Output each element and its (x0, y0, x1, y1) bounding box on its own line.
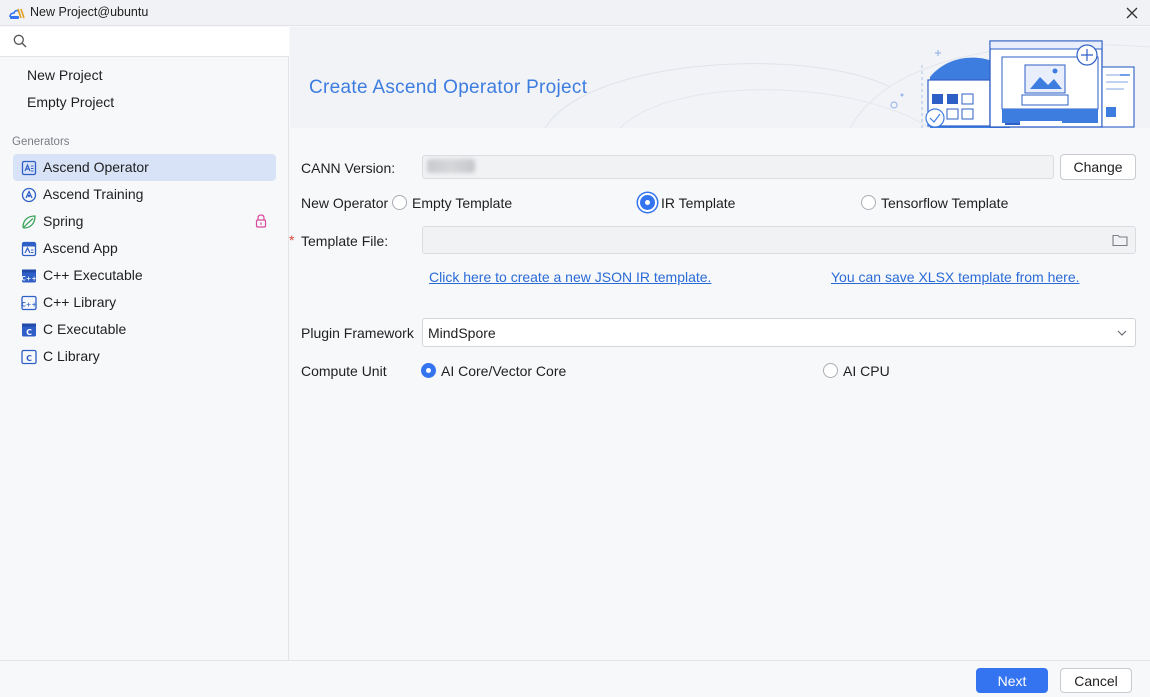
ai-core-vector-core-radio[interactable] (421, 363, 436, 378)
next-button[interactable]: Next (976, 668, 1048, 693)
c-executable-icon: C (22, 323, 36, 337)
plugin-framework-value: MindSpore (428, 325, 496, 341)
sidebar-item-label: C++ Executable (43, 267, 143, 283)
tensorflow-template-label[interactable]: Tensorflow Template (881, 195, 1008, 211)
sidebar-item-cpp-executable[interactable]: C++ C++ Executable (13, 262, 276, 289)
new-operator-label: New Operator (301, 195, 389, 211)
app-logo-icon (9, 8, 25, 19)
ascend-operator-icon (21, 160, 37, 176)
c-library-icon: C (21, 349, 37, 365)
empty-template-radio[interactable] (392, 195, 407, 210)
change-button[interactable]: Change (1060, 154, 1136, 180)
svg-text:C++: C++ (21, 300, 37, 308)
lock-icon (255, 214, 267, 228)
sidebar-item-c-library[interactable]: C C Library (13, 343, 276, 370)
plugin-framework-label: Plugin Framework (301, 325, 414, 341)
cann-version-label: CANN Version: (301, 160, 396, 176)
svg-text:C: C (26, 328, 32, 337)
search-icon (13, 34, 27, 48)
empty-template-label[interactable]: Empty Template (412, 195, 512, 211)
search-input[interactable] (34, 31, 274, 53)
sidebar-item-label: C Executable (43, 321, 127, 337)
ir-template-label[interactable]: IR Template (661, 195, 735, 211)
cancel-button[interactable]: Cancel (1060, 668, 1132, 693)
sidebar-item-ascend-operator[interactable]: Ascend Operator (13, 154, 276, 181)
template-file-input[interactable] (422, 226, 1136, 254)
save-xlsx-template-link[interactable]: You can save XLSX template from here. (831, 269, 1080, 285)
ir-template-radio[interactable] (640, 195, 655, 210)
sidebar-item-label: Spring (43, 213, 84, 229)
generators-section-label: Generators (12, 136, 70, 148)
close-window-button[interactable] (1122, 3, 1142, 23)
sidebar-item-ascend-training[interactable]: Ascend Training (13, 181, 276, 208)
dialog-footer: Next Cancel (0, 660, 1150, 697)
ascend-app-icon (21, 241, 37, 257)
sidebar-item-empty-project[interactable]: Empty Project (27, 94, 114, 110)
tensorflow-template-radio[interactable] (861, 195, 876, 210)
compute-unit-label: Compute Unit (301, 363, 387, 379)
project-settings-panel: Create Ascend Operator Project CANN Vers… (289, 27, 1150, 660)
sidebar-item-new-project[interactable]: New Project (27, 67, 102, 83)
sidebar-item-ascend-app[interactable]: Ascend App (13, 235, 276, 262)
sidebar-item-label: Ascend Operator (43, 159, 149, 175)
sidebar-item-label: C Library (43, 348, 100, 364)
folder-browse-icon[interactable] (1112, 233, 1128, 247)
ai-cpu-label[interactable]: AI CPU (843, 363, 890, 379)
sidebar-item-cpp-library[interactable]: C++ C++ Library (13, 289, 276, 316)
title-bar: New Project@ubuntu (0, 0, 1150, 26)
sidebar-item-c-executable[interactable]: C C Executable (13, 316, 276, 343)
template-file-label: Template File: (301, 233, 389, 249)
cann-version-value-redacted (427, 159, 475, 173)
svg-text:C++: C++ (21, 275, 37, 283)
sidebar-item-spring[interactable]: Spring (13, 208, 276, 235)
sidebar-item-label: Ascend App (43, 240, 118, 256)
required-marker: * (289, 232, 295, 248)
sidebar-item-label: C++ Library (43, 294, 117, 310)
header-banner: Create Ascend Operator Project (290, 27, 1150, 128)
ascend-training-icon (21, 187, 37, 203)
ai-core-vector-core-label[interactable]: AI Core/Vector Core (441, 363, 566, 379)
close-icon (1126, 7, 1138, 19)
project-type-sidebar: New Project Empty Project Generators Asc… (0, 27, 289, 660)
sidebar-item-label: Ascend Training (43, 186, 144, 202)
window-title: New Project@ubuntu (30, 5, 149, 19)
plugin-framework-select[interactable]: MindSpore (422, 318, 1136, 347)
cpp-library-icon: C++ (21, 295, 37, 311)
ai-cpu-radio[interactable] (823, 363, 838, 378)
search-bar (0, 27, 289, 57)
cann-version-field (422, 155, 1054, 179)
create-json-ir-template-link[interactable]: Click here to create a new JSON IR templ… (429, 269, 711, 285)
spring-leaf-icon (22, 215, 36, 229)
page-title: Create Ascend Operator Project (309, 77, 588, 98)
cpp-executable-icon: C++ (21, 269, 37, 283)
svg-text:C: C (26, 354, 32, 363)
chevron-down-icon (1117, 330, 1127, 336)
